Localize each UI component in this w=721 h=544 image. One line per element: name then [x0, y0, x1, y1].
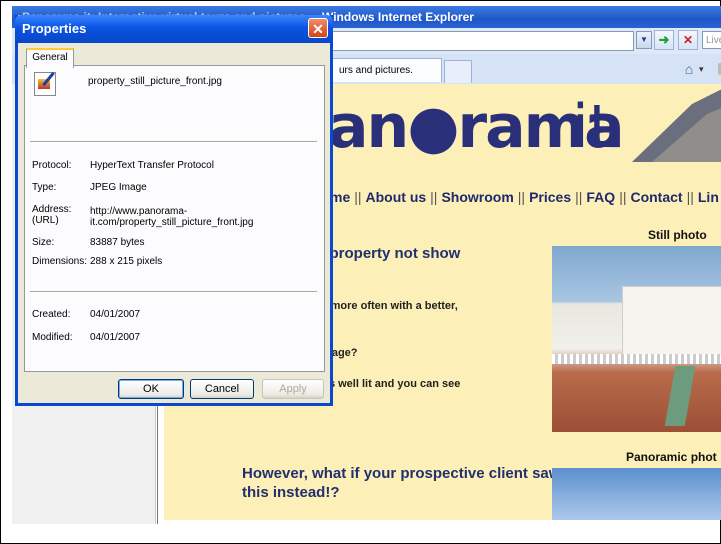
panoramic-photo-label: Panoramic phot [626, 450, 717, 464]
modified-label: Modified: [32, 332, 73, 343]
modified-value: 04/01/2007 [90, 332, 141, 343]
file-name: property_still_picture_front.jpg [88, 76, 222, 87]
home-dropdown-icon[interactable]: ▾ [699, 60, 704, 78]
file-image-icon [34, 71, 56, 96]
type-value: JPEG Image [90, 182, 147, 193]
nav-showroom[interactable]: Showroom [441, 189, 513, 205]
dialog-close-icon[interactable]: ✕ [308, 18, 328, 38]
type-label: Type: [32, 182, 57, 193]
home-icon[interactable]: ⌂ [680, 60, 698, 78]
site-nav: me || About us || Showroom || Prices || FAQ || Con… [330, 189, 719, 205]
dialog-title: Properties [15, 15, 333, 43]
nav-links[interactable]: Lin [698, 189, 719, 205]
nav-faq[interactable]: FAQ [586, 189, 615, 205]
address-bar[interactable] [332, 31, 634, 51]
still-photo[interactable] [552, 246, 721, 432]
cancel-button[interactable]: Cancel [190, 379, 254, 399]
go-arrow-icon[interactable]: ➜ [654, 30, 674, 50]
search-box[interactable]: Live Se [702, 31, 721, 49]
size-value: 83887 bytes [90, 237, 145, 248]
address-value: http://www.panorama- it.com/property_sti… [90, 206, 254, 228]
site-logo-it: it [572, 92, 613, 162]
browser-tab[interactable]: urs and pictures. [330, 58, 442, 82]
created-value: 04/01/2007 [90, 309, 141, 320]
size-label: Size: [32, 237, 55, 248]
dimensions-label: Dimensions: [32, 256, 88, 267]
ie-title-app: Windows Internet Explorer [322, 10, 474, 24]
apply-button[interactable]: Apply [262, 379, 324, 399]
tab-general[interactable]: General [26, 48, 74, 68]
new-tab-button[interactable] [444, 60, 472, 83]
heading-2: However, what if your prospective client… [242, 465, 561, 501]
protocol-value: HyperText Transfer Protocol [90, 160, 214, 171]
nav-home[interactable]: me [330, 189, 350, 205]
created-label: Created: [32, 309, 71, 320]
logo-mountain-graphic [632, 89, 721, 162]
stop-icon[interactable]: ✕ [678, 30, 698, 50]
dimensions-value: 288 x 215 pixels [90, 256, 163, 267]
divider [30, 141, 317, 143]
panoramic-photo[interactable] [552, 468, 721, 520]
nav-prices[interactable]: Prices [529, 189, 571, 205]
address-dropdown-icon[interactable]: ▼ [636, 31, 652, 49]
protocol-label: Protocol: [32, 160, 72, 171]
divider [30, 291, 317, 293]
still-photo-label: Still photo [648, 228, 707, 242]
ok-button[interactable]: OK [118, 379, 184, 399]
address-label: Address: (URL) [32, 204, 72, 226]
nav-about-us[interactable]: About us [366, 189, 427, 205]
nav-contact[interactable]: Contact [630, 189, 682, 205]
